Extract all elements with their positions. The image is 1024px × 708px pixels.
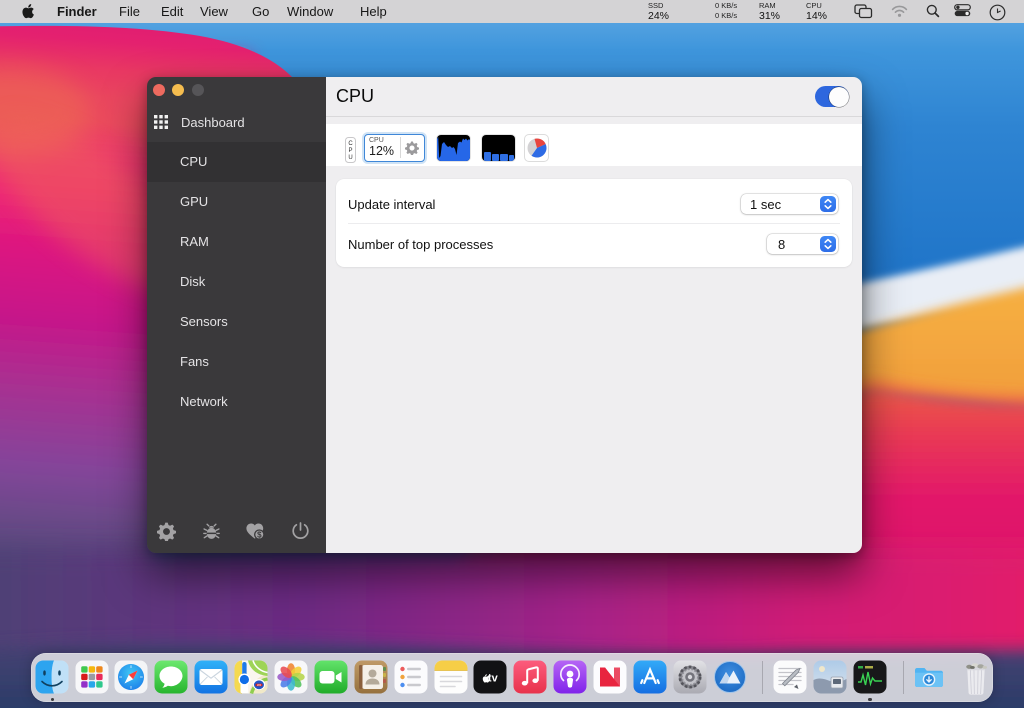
svg-text:tv: tv (488, 673, 499, 685)
svg-text:280: 280 (257, 683, 262, 687)
svg-text:$: $ (257, 530, 262, 539)
